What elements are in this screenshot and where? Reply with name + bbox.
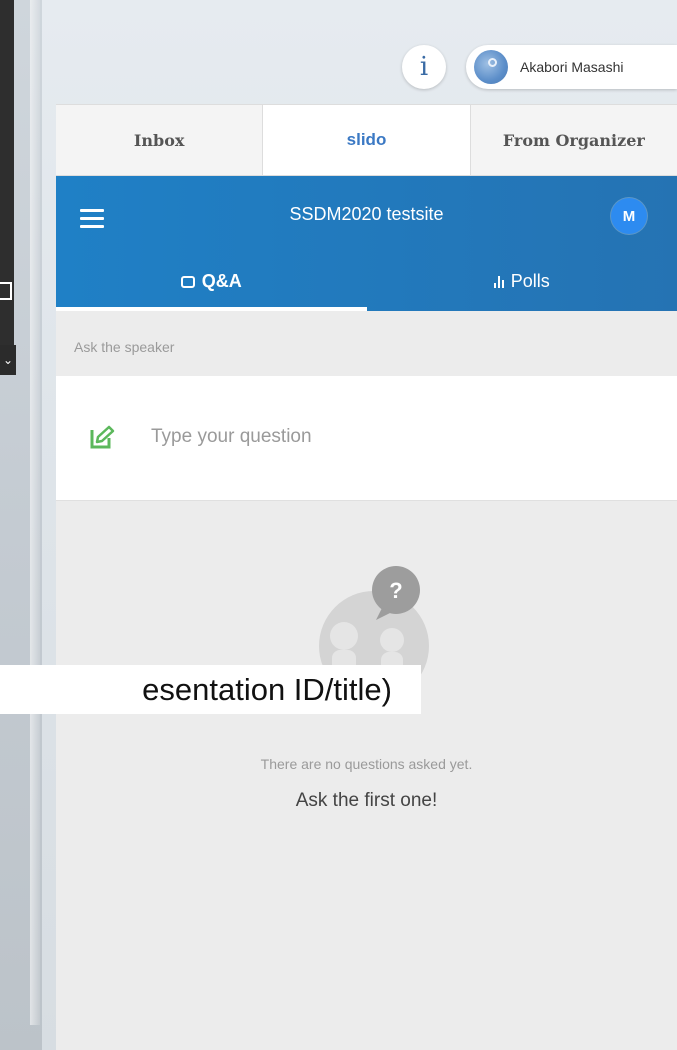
empty-state-text: There are no questions asked yet. (260, 756, 473, 772)
question-box[interactable] (56, 376, 677, 501)
user-name: Akabori Masashi (520, 59, 624, 75)
chat-icon (180, 275, 195, 288)
poll-bars-icon (493, 275, 504, 288)
event-title: SSDM2020 testsite (289, 204, 444, 224)
user-avatar (474, 50, 508, 84)
svg-text:?: ? (389, 578, 402, 603)
info-button[interactable]: i (402, 45, 446, 89)
tab-polls-label: Polls (510, 271, 550, 291)
divider (30, 0, 40, 1025)
slido-sub-tabs: Q&A Polls (56, 252, 677, 311)
tab-inbox[interactable]: Inbox (56, 105, 264, 175)
tab-qa[interactable]: Q&A (56, 252, 367, 311)
overlay-caption: esentation ID/title) (0, 665, 421, 714)
account-avatar[interactable]: M (611, 198, 647, 234)
edit-icon (90, 425, 115, 449)
tab-slido[interactable]: slido (263, 105, 471, 175)
tab-from-organizer[interactable]: From Organizer (471, 105, 677, 175)
panel-tabs: Inbox slido From Organizer (56, 104, 677, 176)
ask-the-speaker-label: Ask the speaker (56, 311, 677, 376)
tab-polls[interactable]: Polls (367, 252, 677, 311)
user-profile-button[interactable]: Akabori Masashi (466, 45, 677, 89)
chevron-down-icon[interactable]: ⌄ (0, 345, 16, 375)
info-icon: i (419, 52, 429, 82)
empty-state-cta: Ask the first one! (295, 790, 438, 811)
slido-header: SSDM2020 testsite M Q&A Polls (56, 176, 677, 311)
tab-qa-label: Q&A (201, 271, 242, 291)
window-edge-icon (0, 282, 12, 300)
question-input[interactable] (151, 420, 631, 454)
side-panel: Inbox slido From Organizer SSDM2020 test… (56, 104, 677, 1050)
